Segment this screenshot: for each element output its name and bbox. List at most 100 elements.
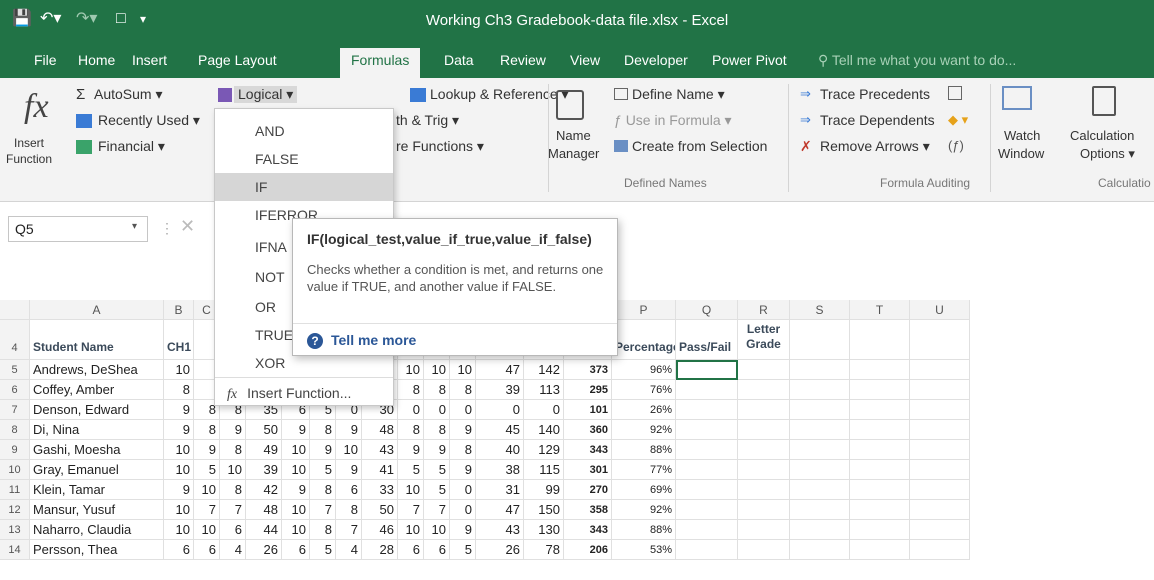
row-header[interactable]: 5 — [0, 360, 30, 380]
table-cell[interactable]: 5 — [310, 540, 336, 560]
table-cell[interactable] — [738, 520, 790, 540]
table-cell[interactable]: 28 — [362, 540, 398, 560]
table-cell[interactable]: 6 — [194, 540, 220, 560]
row-header[interactable]: 10 — [0, 460, 30, 480]
table-cell[interactable]: 10 — [282, 440, 310, 460]
table-cell[interactable]: 113 — [524, 380, 564, 400]
table-cell[interactable]: 8 — [194, 420, 220, 440]
header-cell[interactable]: Percentage — [612, 320, 676, 360]
table-cell[interactable]: 6 — [220, 520, 246, 540]
insert-function-label-1[interactable]: Insert — [14, 136, 44, 150]
table-cell[interactable]: 10 — [164, 500, 194, 520]
row-header[interactable]: 12 — [0, 500, 30, 520]
table-cell[interactable] — [910, 420, 970, 440]
logical-button[interactable]: Logical ▾ — [234, 86, 298, 103]
table-cell[interactable]: 9 — [336, 420, 362, 440]
table-cell[interactable]: 46 — [362, 520, 398, 540]
table-cell[interactable] — [790, 400, 850, 420]
financial-button[interactable]: Financial ▾ — [98, 138, 165, 155]
table-cell[interactable] — [790, 520, 850, 540]
table-cell[interactable]: 9 — [282, 420, 310, 440]
show-formulas-icon[interactable] — [948, 86, 962, 100]
table-cell[interactable]: 26 — [476, 540, 524, 560]
table-cell[interactable]: 6 — [282, 540, 310, 560]
table-cell[interactable]: 96% — [612, 360, 676, 380]
table-cell[interactable]: 5 — [194, 460, 220, 480]
tab-page-layout[interactable]: Page Layout — [198, 52, 277, 68]
menu-item-false[interactable]: FALSE — [215, 145, 393, 173]
student-name-cell[interactable]: Di, Nina — [30, 420, 164, 440]
define-name-button[interactable]: Define Name ▾ — [632, 86, 725, 103]
table-cell[interactable]: 8 — [450, 380, 476, 400]
remove-arrows-button[interactable]: Remove Arrows ▾ — [820, 138, 930, 155]
table-cell[interactable] — [790, 380, 850, 400]
table-cell[interactable] — [738, 380, 790, 400]
table-cell[interactable]: 6 — [336, 480, 362, 500]
table-cell[interactable] — [910, 400, 970, 420]
watch-window-label-1[interactable]: Watch — [1004, 128, 1040, 143]
table-cell[interactable]: 4 — [336, 540, 362, 560]
table-cell[interactable] — [910, 460, 970, 480]
table-cell[interactable] — [790, 440, 850, 460]
table-cell[interactable]: 0 — [476, 400, 524, 420]
menu-item-if[interactable]: IF — [215, 173, 393, 201]
table-cell[interactable]: 8 — [336, 500, 362, 520]
student-name-cell[interactable]: Persson, Thea — [30, 540, 164, 560]
table-cell[interactable]: 10 — [398, 480, 424, 500]
header-cell[interactable]: Student Name — [30, 320, 164, 360]
student-name-cell[interactable]: Gray, Emanuel — [30, 460, 164, 480]
trace-dependents-button[interactable]: Trace Dependents — [820, 112, 935, 128]
table-cell[interactable]: 9 — [194, 440, 220, 460]
table-cell[interactable]: 88% — [612, 440, 676, 460]
table-cell[interactable]: 8 — [164, 380, 194, 400]
table-cell[interactable]: 50 — [246, 420, 282, 440]
table-cell[interactable]: 7 — [424, 500, 450, 520]
table-cell[interactable]: 9 — [398, 440, 424, 460]
table-cell[interactable] — [850, 400, 910, 420]
table-cell[interactable]: 10 — [450, 360, 476, 380]
table-cell[interactable]: 53% — [612, 540, 676, 560]
table-cell[interactable] — [790, 540, 850, 560]
table-cell[interactable]: 0 — [450, 480, 476, 500]
table-cell[interactable]: 7 — [310, 500, 336, 520]
table-cell[interactable]: 8 — [424, 380, 450, 400]
table-cell[interactable] — [676, 480, 738, 500]
table-cell[interactable] — [850, 520, 910, 540]
table-cell[interactable] — [676, 440, 738, 460]
watch-window-label-2[interactable]: Window — [998, 146, 1044, 161]
table-cell[interactable]: 101 — [564, 400, 612, 420]
name-manager-icon[interactable] — [556, 90, 584, 120]
table-cell[interactable]: 0 — [398, 400, 424, 420]
table-cell[interactable]: 8 — [310, 480, 336, 500]
header-cell[interactable] — [790, 320, 850, 360]
column-header-r[interactable]: R — [738, 300, 790, 320]
header-cell[interactable]: Letter Grade — [738, 320, 790, 360]
table-cell[interactable] — [910, 360, 970, 380]
table-cell[interactable]: 69% — [612, 480, 676, 500]
table-cell[interactable]: 8 — [450, 440, 476, 460]
table-cell[interactable]: 10 — [164, 360, 194, 380]
table-cell[interactable]: 373 — [564, 360, 612, 380]
table-cell[interactable] — [738, 460, 790, 480]
select-all-corner[interactable] — [0, 300, 30, 320]
table-cell[interactable]: 48 — [246, 500, 282, 520]
table-cell[interactable]: 8 — [220, 440, 246, 460]
table-cell[interactable] — [738, 440, 790, 460]
table-cell[interactable]: 92% — [612, 420, 676, 440]
table-cell[interactable]: 6 — [398, 540, 424, 560]
table-cell[interactable]: 92% — [612, 500, 676, 520]
table-cell[interactable] — [790, 500, 850, 520]
table-cell[interactable]: 140 — [524, 420, 564, 440]
table-cell[interactable]: 8 — [310, 420, 336, 440]
table-cell[interactable]: 10 — [336, 440, 362, 460]
tab-power-pivot[interactable]: Power Pivot — [712, 52, 787, 68]
create-from-selection-button[interactable]: Create from Selection — [632, 138, 767, 154]
header-cell[interactable]: CH1 — [164, 320, 194, 360]
table-cell[interactable]: 5 — [310, 460, 336, 480]
table-cell[interactable]: 5 — [398, 460, 424, 480]
table-cell[interactable]: 9 — [450, 520, 476, 540]
table-cell[interactable]: 4 — [220, 540, 246, 560]
table-cell[interactable]: 150 — [524, 500, 564, 520]
tell-me-search[interactable]: ⚲ Tell me what you want to do... — [818, 52, 1016, 69]
table-cell[interactable]: 10 — [194, 480, 220, 500]
